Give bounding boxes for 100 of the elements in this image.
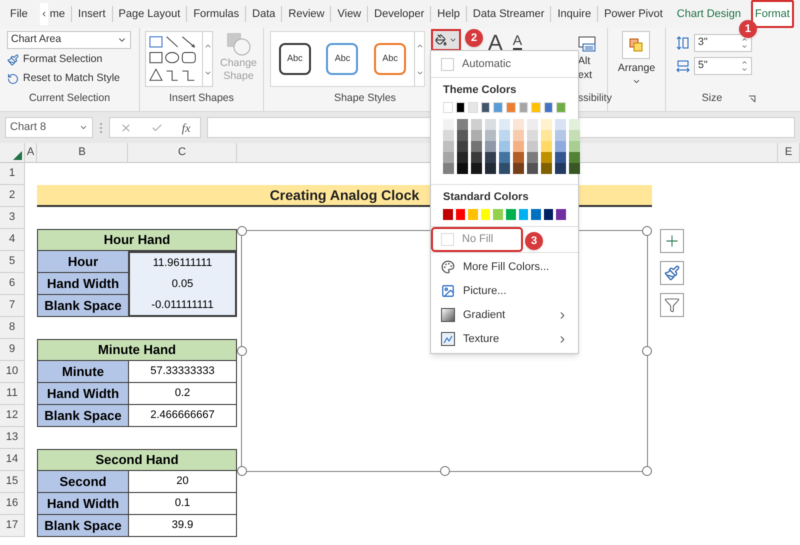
name-box[interactable]: Chart 8: [5, 117, 93, 138]
shade-column[interactable]: [499, 119, 510, 174]
row-header[interactable]: 13: [0, 427, 25, 449]
color-swatch[interactable]: [456, 102, 466, 113]
ribbon-tab[interactable]: me: [48, 2, 68, 26]
insert-function-button[interactable]: fx: [182, 118, 190, 136]
color-swatch[interactable]: [443, 102, 453, 113]
ribbon-tab[interactable]: Insert: [76, 2, 108, 26]
row-header[interactable]: 3: [0, 207, 25, 229]
row-header[interactable]: 17: [0, 515, 25, 537]
ribbon-tab[interactable]: Data: [250, 2, 278, 26]
chart-filters-button[interactable]: [660, 293, 684, 317]
color-swatch[interactable]: [556, 102, 566, 113]
text-fill-glyph[interactable]: A: [488, 32, 503, 54]
enter-icon[interactable]: [150, 122, 163, 134]
color-swatch[interactable]: [518, 102, 528, 113]
ribbon-tab[interactable]: Data Streamer: [470, 2, 546, 26]
chart-element-dropdown[interactable]: Chart Area: [7, 31, 131, 49]
chart-styles-button[interactable]: [660, 261, 684, 285]
shade-column[interactable]: [541, 119, 552, 174]
cancel-icon[interactable]: [120, 122, 132, 134]
resize-handle[interactable]: [237, 466, 247, 476]
row-header[interactable]: 5: [0, 251, 25, 273]
menu-item[interactable]: Gradient: [431, 303, 578, 327]
table-cell[interactable]: 11.96111111: [128, 251, 237, 273]
color-swatch[interactable]: [468, 102, 478, 113]
scroll-left-icon[interactable]: [40, 3, 48, 25]
ribbon-tab[interactable]: Review: [286, 2, 326, 26]
row-header[interactable]: 4: [0, 229, 25, 251]
color-swatch[interactable]: [544, 102, 554, 113]
resize-handle[interactable]: [237, 346, 247, 356]
arrange-button[interactable]: Arrange: [618, 31, 656, 86]
row-header[interactable]: 1: [0, 163, 25, 185]
color-swatch[interactable]: [480, 209, 490, 220]
table-cell[interactable]: 39.9: [128, 515, 237, 537]
ribbon-tab[interactable]: Formulas: [191, 2, 242, 26]
menu-item[interactable]: Automatic: [431, 53, 578, 75]
row-header[interactable]: 14: [0, 449, 25, 471]
table-cell[interactable]: -0.011111111: [128, 295, 237, 317]
color-swatch[interactable]: [556, 209, 566, 220]
shade-column[interactable]: [513, 119, 524, 174]
resize-handle[interactable]: [237, 226, 247, 236]
menu-item[interactable]: Picture...: [431, 279, 578, 303]
color-swatch[interactable]: [518, 209, 528, 220]
color-swatch[interactable]: [456, 209, 466, 220]
table-cell[interactable]: 0.2: [128, 383, 237, 405]
row-header[interactable]: 9: [0, 339, 25, 361]
color-swatch[interactable]: [531, 102, 541, 113]
resize-handle[interactable]: [642, 466, 652, 476]
color-swatch[interactable]: [544, 209, 554, 220]
chart-elements-button[interactable]: [660, 229, 684, 253]
ribbon-tab[interactable]: Developer: [372, 2, 426, 26]
shade-column[interactable]: [527, 119, 538, 174]
column-header[interactable]: E: [778, 143, 800, 162]
color-swatch[interactable]: [506, 209, 516, 220]
ribbon-tab[interactable]: Format: [752, 2, 792, 26]
column-header[interactable]: A: [25, 143, 37, 162]
row-header[interactable]: 8: [0, 317, 25, 339]
shade-column[interactable]: [471, 119, 482, 174]
row-header[interactable]: 12: [0, 405, 25, 427]
select-all-icon[interactable]: [13, 151, 22, 160]
ribbon-button[interactable]: Format Selection: [7, 52, 132, 68]
ribbon-button[interactable]: Reset to Match Style: [7, 71, 132, 87]
size-field[interactable]: 5": [694, 57, 752, 75]
color-swatch[interactable]: [493, 209, 503, 220]
size-field[interactable]: 3": [694, 34, 752, 52]
shape-style-gallery[interactable]: Abc Abc Abc: [270, 31, 425, 87]
column-header[interactable]: C: [128, 143, 237, 162]
dialog-launcher-icon[interactable]: [748, 95, 756, 104]
ribbon-tab[interactable]: View: [335, 2, 364, 26]
table-cell[interactable]: 0.1: [128, 493, 237, 515]
table-cell[interactable]: 0.05: [128, 273, 237, 295]
resize-handle[interactable]: [642, 226, 652, 236]
ribbon-tab[interactable]: Page Layout: [116, 2, 182, 26]
table-cell[interactable]: 57.33333333: [128, 361, 237, 383]
color-swatch[interactable]: [468, 209, 478, 220]
shape-style[interactable]: Abc: [374, 43, 406, 75]
color-swatch[interactable]: [506, 102, 516, 113]
column-header[interactable]: B: [37, 143, 128, 162]
row-header[interactable]: 7: [0, 295, 25, 317]
row-header[interactable]: 16: [0, 493, 25, 515]
shade-column[interactable]: [457, 119, 468, 174]
shape-style[interactable]: Abc: [278, 43, 311, 75]
row-header[interactable]: 15: [0, 471, 25, 493]
row-header[interactable]: 10: [0, 361, 25, 383]
row-header[interactable]: 11: [0, 383, 25, 405]
menu-item[interactable]: More Fill Colors...: [431, 255, 578, 279]
row-header[interactable]: 6: [0, 273, 25, 295]
table-cell[interactable]: 2.466666667: [128, 405, 237, 427]
ribbon-tab[interactable]: Power Pivot: [602, 2, 665, 26]
row-header[interactable]: 2: [0, 185, 25, 207]
menu-item[interactable]: Texture: [431, 327, 578, 351]
ribbon-tab[interactable]: Help: [435, 2, 462, 26]
shade-column[interactable]: [555, 119, 566, 174]
shade-column[interactable]: [485, 119, 496, 174]
resize-handle[interactable]: [440, 466, 450, 476]
color-swatch[interactable]: [443, 209, 453, 220]
ribbon-tab[interactable]: File: [8, 2, 30, 26]
color-swatch[interactable]: [531, 209, 541, 220]
shape-style[interactable]: Abc: [326, 43, 358, 75]
